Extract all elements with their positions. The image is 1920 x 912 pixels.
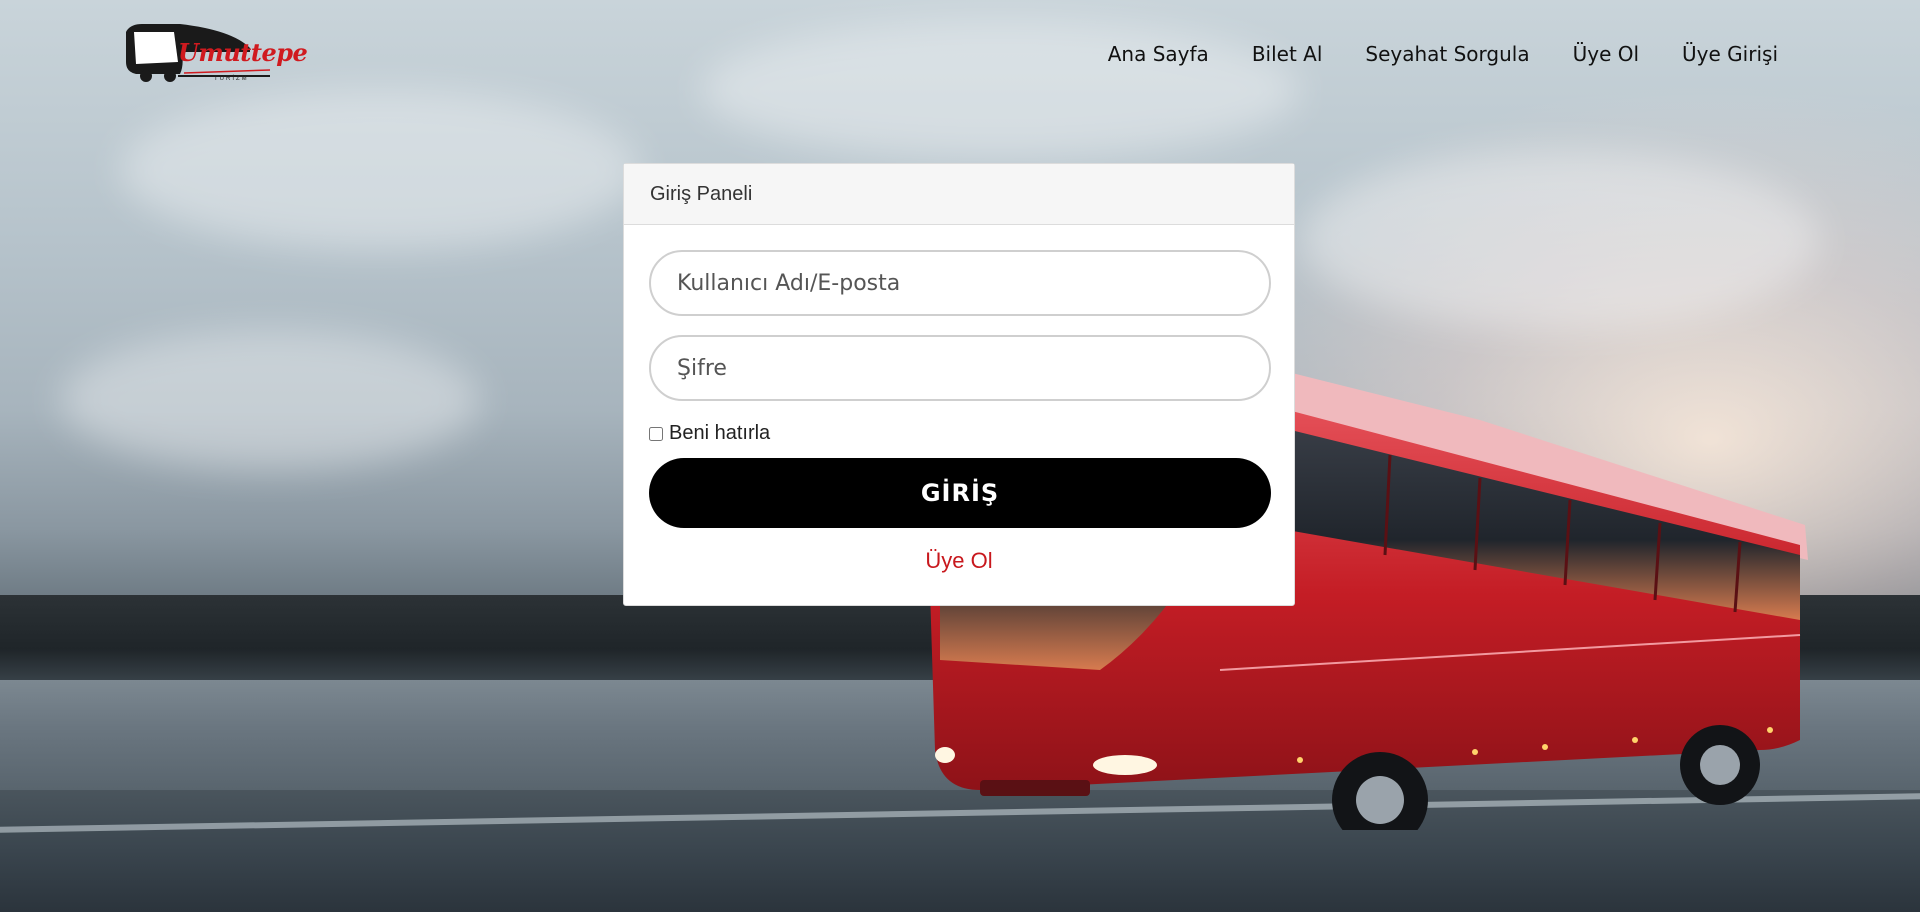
page: Umuttepe TURİZM Ana Sayfa Bilet Al Seyah… — [0, 0, 1920, 912]
nav-item-seyahat-sorgula[interactable]: Seyahat Sorgula — [1365, 42, 1529, 66]
login-panel: Giriş Paneli Beni hatırla GİRİŞ Üye Ol — [623, 163, 1295, 606]
nav-item-ana-sayfa[interactable]: Ana Sayfa — [1108, 42, 1209, 66]
login-button[interactable]: GİRİŞ — [649, 458, 1271, 528]
background-cloud — [1300, 150, 1820, 330]
brand-logo-subtext: TURİZM — [214, 76, 249, 82]
nav-item-bilet-al[interactable]: Bilet Al — [1252, 42, 1323, 66]
password-input[interactable] — [649, 335, 1271, 401]
background-cloud — [120, 90, 640, 250]
remember-me[interactable]: Beni hatırla — [649, 422, 1269, 445]
username-input[interactable] — [649, 250, 1271, 316]
brand-logo-text: Umuttepe — [178, 38, 308, 67]
login-panel-title: Giriş Paneli — [624, 164, 1294, 225]
remember-me-label: Beni hatırla — [669, 422, 771, 444]
nav-item-uye-ol[interactable]: Üye Ol — [1573, 42, 1639, 66]
login-panel-body: Beni hatırla GİRİŞ Üye Ol — [624, 225, 1294, 574]
remember-me-checkbox[interactable] — [649, 426, 663, 441]
main-nav: Ana Sayfa Bilet Al Seyahat Sorgula Üye O… — [1065, 42, 1778, 66]
site-header: Umuttepe TURİZM Ana Sayfa Bilet Al Seyah… — [0, 0, 1920, 112]
register-link[interactable]: Üye Ol — [649, 548, 1269, 574]
nav-item-uye-girisi[interactable]: Üye Girişi — [1682, 42, 1778, 66]
background-cloud — [60, 330, 480, 470]
